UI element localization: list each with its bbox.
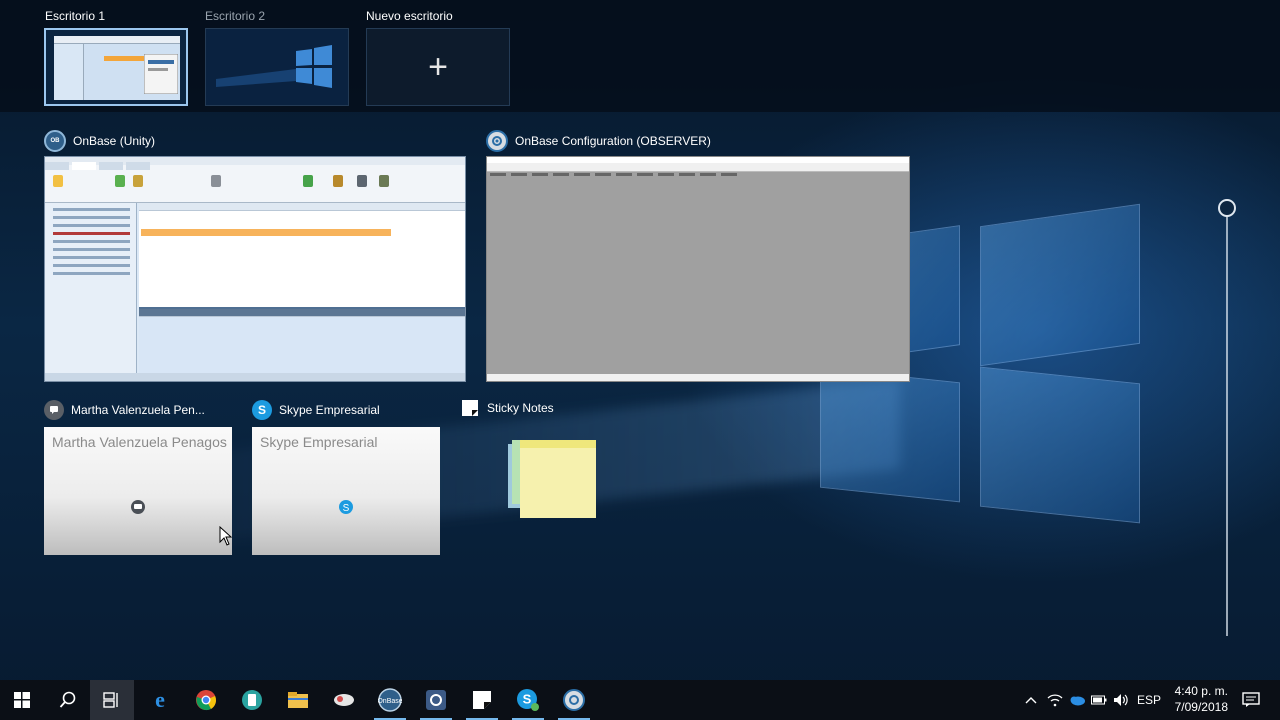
file-explorer-icon[interactable] [276, 680, 320, 720]
edge-icon[interactable]: e [138, 680, 182, 720]
window-sticky-title: Sticky Notes [462, 400, 554, 416]
timeline-track[interactable] [1226, 216, 1228, 636]
sticky-notes-icon [462, 400, 478, 416]
svg-text:OnBase: OnBase [378, 698, 402, 705]
svg-text:S: S [343, 503, 350, 514]
clock-time: 4:40 p. m. [1174, 684, 1228, 698]
svg-text:e: e [155, 689, 165, 711]
window-title-text: Sticky Notes [487, 401, 554, 415]
onbase-unity-thumbnail[interactable] [44, 156, 466, 382]
new-desktop-button[interactable]: + [366, 28, 510, 106]
desktop-2-wallpaper-preview [206, 29, 348, 105]
app-icon[interactable] [230, 680, 274, 720]
skype-thumbnail[interactable]: Skype Empresarial S [252, 427, 440, 555]
sticky-note-front [520, 440, 596, 518]
battery-icon[interactable] [1088, 680, 1110, 720]
onbase-configuration-thumbnail[interactable] [486, 156, 910, 382]
search-icon[interactable] [46, 680, 90, 720]
window-martha-title: Martha Valenzuela Pen... [44, 400, 205, 420]
skype-icon[interactable]: S [506, 680, 550, 720]
chat-icon [44, 400, 64, 420]
virtual-desktops-bar: Escritorio 1 Escritorio 2 Nuevo escritor… [0, 0, 1280, 112]
window-title-text: Martha Valenzuela Pen... [71, 403, 205, 417]
martha-chat-thumbnail[interactable]: Martha Valenzuela Penagos [44, 427, 232, 555]
mouse-cursor [219, 526, 232, 546]
window-skype-title: S Skype Empresarial [252, 400, 380, 420]
desktop-1-label: Escritorio 1 [45, 9, 106, 23]
window-title-text: OnBase (Unity) [73, 134, 156, 148]
onbase-icon: OB [44, 130, 66, 152]
onbase-icon[interactable]: OnBase [368, 680, 412, 720]
cloud-app-icon[interactable] [322, 680, 366, 720]
new-desktop-label: Nuevo escritorio [366, 9, 453, 23]
settings-gear-icon[interactable] [552, 680, 596, 720]
timeline-handle[interactable] [1218, 199, 1236, 217]
desktop-2-thumbnail[interactable] [205, 28, 349, 106]
volume-icon[interactable] [1110, 680, 1132, 720]
svg-text:S: S [523, 692, 532, 707]
clock-date: 7/09/2018 [1174, 700, 1228, 714]
chevron-up-icon[interactable] [1020, 680, 1042, 720]
wifi-icon[interactable] [1044, 680, 1066, 720]
sticky-notes-icon[interactable] [460, 680, 504, 720]
skype-icon: S [339, 500, 353, 514]
desktop-1-thumbnail[interactable] [44, 28, 188, 106]
taskbar: e OnBase S ESP 4:40 p. m. 7/09/2018 [0, 680, 1280, 720]
onedrive-icon[interactable] [1066, 680, 1088, 720]
window-title-text: Skype Empresarial [279, 403, 380, 417]
desktop-2-label: Escritorio 2 [205, 9, 266, 23]
sticky-notes-thumbnail[interactable] [508, 438, 608, 518]
chrome-icon[interactable] [184, 680, 228, 720]
window-onbase-configuration-title: OnBase Configuration (OBSERVER) [486, 130, 711, 152]
windows-start-icon[interactable] [0, 680, 44, 720]
skype-preview-text: Skype Empresarial [260, 434, 378, 450]
gear-icon [486, 130, 508, 152]
language-indicator[interactable]: ESP [1136, 680, 1162, 720]
window-title-text: OnBase Configuration (OBSERVER) [515, 134, 711, 148]
task-view-icon[interactable] [90, 680, 134, 720]
window-onbase-unity-title: OB OnBase (Unity) [44, 130, 155, 152]
desktop-1-app-preview [54, 36, 180, 100]
action-center-icon[interactable] [1238, 680, 1264, 720]
plus-icon: + [428, 47, 448, 86]
skype-icon: S [252, 400, 272, 420]
chat-icon [131, 500, 145, 514]
martha-preview-text: Martha Valenzuela Penagos [52, 434, 227, 450]
config-tool-icon[interactable] [414, 680, 458, 720]
clock[interactable]: 4:40 p. m. 7/09/2018 [1175, 683, 1228, 715]
